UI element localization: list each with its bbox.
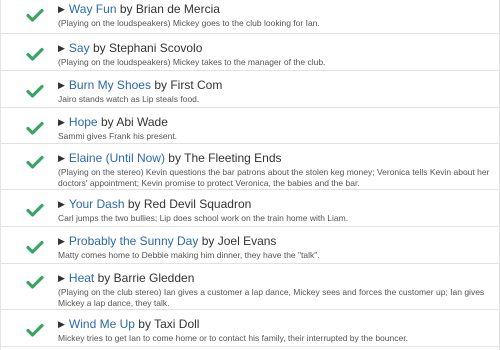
song-title-line: ▶ Your Dash by Red Devil Squadron xyxy=(58,197,493,211)
song-title-line: ▶ Heat by Barrie Gledden xyxy=(58,271,493,285)
check-icon xyxy=(26,323,44,337)
play-icon[interactable]: ▶ xyxy=(58,234,65,248)
song-row: ▶ Heat by Barrie Gledden (Playing on the … xyxy=(1,264,499,310)
song-title-line: ▶ Say by Stephani Scovolo xyxy=(58,41,493,55)
artist-name: First Com xyxy=(170,78,223,92)
by-label: by xyxy=(168,151,181,165)
song-row: ▶ Your Dash by Red Devil Squadron Carl ju… xyxy=(1,190,499,227)
play-icon[interactable]: ▶ xyxy=(58,78,65,92)
song-title-line: ▶ Hope by Abi Wade xyxy=(58,115,493,129)
by-label: by xyxy=(127,197,141,211)
by-label: by xyxy=(201,234,215,248)
song-description: (Playing on the stereo) Kevin questions … xyxy=(58,167,490,188)
song-title-link[interactable]: Burn My Shoes xyxy=(69,78,151,92)
song-title-line: ▶ Elaine (Until Now) by The Fleeting Ends xyxy=(58,151,493,165)
song-title-link[interactable]: Elaine (Until Now) xyxy=(69,151,165,165)
song-title-link[interactable]: Probably the Sunny Day xyxy=(69,234,198,248)
song-row: ▶ Hope by Abi Wade Sammi gives Frank his … xyxy=(1,108,499,144)
song-row: ▶ Way Fun by Brian de Mercia (Playing on … xyxy=(1,0,499,34)
song-description: Sammi gives Frank his present. xyxy=(58,131,178,141)
artist-name: Brian de Mercia xyxy=(135,2,220,16)
check-icon xyxy=(26,47,44,61)
song-title-line: ▶ Wind Me Up by Taxi Doll xyxy=(58,317,493,331)
play-icon[interactable]: ▶ xyxy=(58,317,65,331)
song-title-link[interactable]: Hope xyxy=(69,115,98,129)
song-row: ▶ Burn My Shoes by First Com Jairo stands… xyxy=(1,71,499,108)
song-description: (Playing on the club stereo) Ian gives a… xyxy=(58,287,485,308)
song-description: Carl jumps the two bullies; Lip does sch… xyxy=(58,213,349,223)
play-icon[interactable]: ▶ xyxy=(58,271,65,285)
check-icon xyxy=(26,8,44,22)
song-list: ▶ Way Fun by Brian de Mercia (Playing on … xyxy=(0,0,500,350)
check-icon xyxy=(26,121,44,135)
play-icon[interactable]: ▶ xyxy=(58,41,65,55)
song-description: Jairo stands watch as Lip steals food. xyxy=(58,94,200,104)
play-icon[interactable]: ▶ xyxy=(58,115,65,129)
song-row: ▶ Probably the Sunny Day by Joel Evans Ma… xyxy=(1,227,499,264)
song-row: ▶ Say by Stephani Scovolo (Playing on the… xyxy=(1,34,499,71)
song-title-link[interactable]: Your Dash xyxy=(69,197,125,211)
check-icon xyxy=(26,203,44,217)
by-label: by xyxy=(92,41,106,55)
artist-name: Joel Evans xyxy=(217,234,277,248)
artist-name: Barrie Gledden xyxy=(113,271,195,285)
check-icon xyxy=(26,84,44,98)
artist-name: Stephani Scovolo xyxy=(108,41,203,55)
song-title-link[interactable]: Way Fun xyxy=(69,2,117,16)
artist-name: Abi Wade xyxy=(116,115,168,129)
song-title-line: ▶ Probably the Sunny Day by Joel Evans xyxy=(58,234,493,248)
play-icon[interactable]: ▶ xyxy=(58,151,65,165)
song-title-link[interactable]: Say xyxy=(69,41,90,55)
by-label: by xyxy=(154,78,167,92)
song-description: (Playing on the loudspeakers) Mickey tak… xyxy=(58,57,326,67)
artist-name: The Fleeting Ends xyxy=(184,151,282,165)
play-icon[interactable]: ▶ xyxy=(58,197,65,211)
song-title-link[interactable]: Heat xyxy=(69,271,94,285)
artist-name: Taxi Doll xyxy=(154,317,200,331)
check-icon xyxy=(26,155,44,169)
song-title-line: ▶ Burn My Shoes by First Com xyxy=(58,78,493,92)
by-label: by xyxy=(119,2,133,16)
play-icon[interactable]: ▶ xyxy=(58,2,65,16)
artist-name: Red Devil Squadron xyxy=(143,197,252,211)
song-description: Mickey tries to get Ian to come home or … xyxy=(58,333,408,343)
check-icon xyxy=(26,240,44,254)
song-description: Matty comes home to Debbie making him di… xyxy=(58,250,320,260)
song-description: (Playing on the loudspeakers) Mickey goe… xyxy=(58,18,320,28)
by-label: by xyxy=(97,271,111,285)
by-label: by xyxy=(138,317,151,331)
song-title-line: ▶ Way Fun by Brian de Mercia xyxy=(58,2,493,16)
song-row: ▶ Wind Me Up by Taxi Doll Mickey tries to… xyxy=(1,310,499,347)
song-row: ▶ Elaine (Until Now) by The Fleeting Ends… xyxy=(1,144,499,190)
check-icon xyxy=(26,275,44,289)
by-label: by xyxy=(100,115,114,129)
song-title-link[interactable]: Wind Me Up xyxy=(69,317,135,331)
